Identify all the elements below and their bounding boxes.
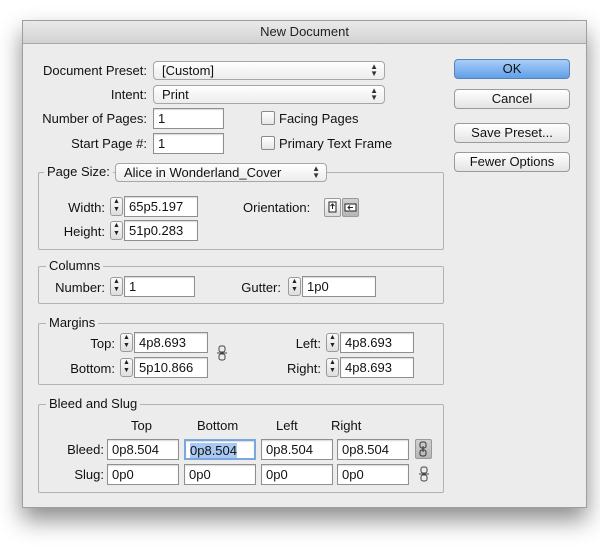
- margin-bottom-stepper[interactable]: ▲ ▼: [120, 358, 133, 377]
- dialog-title: New Document: [23, 21, 586, 44]
- height-stepper[interactable]: ▲ ▼: [110, 221, 123, 240]
- bleed-link-button[interactable]: [415, 439, 432, 459]
- intent-value: Print: [162, 87, 189, 102]
- width-label: Width:: [68, 200, 105, 215]
- bleed-left-value: 0p8.504: [266, 442, 313, 457]
- chain-link-icon[interactable]: [216, 345, 228, 361]
- bleed-label: Bleed:: [67, 442, 104, 457]
- gutter-label: Gutter:: [241, 280, 281, 295]
- slug-left-field[interactable]: 0p0: [261, 464, 333, 485]
- header-bottom: Bottom: [197, 418, 239, 433]
- margin-top-value: 4p8.693: [139, 335, 186, 350]
- slug-left-value: 0p0: [266, 467, 288, 482]
- gutter-field[interactable]: 1p0: [302, 276, 376, 297]
- intent-select[interactable]: Print ▲ ▼: [153, 85, 385, 104]
- portrait-orientation-button[interactable]: [324, 198, 341, 217]
- column-number-label: Number:: [55, 280, 105, 295]
- bleed-right-value: 0p8.504: [342, 442, 389, 457]
- bleed-top-value: 0p8.504: [112, 442, 159, 457]
- column-number-field[interactable]: 1: [124, 276, 195, 297]
- column-number-value: 1: [129, 279, 137, 294]
- gutter-stepper[interactable]: ▲ ▼: [288, 277, 301, 296]
- number-of-pages-field[interactable]: 1: [153, 108, 224, 129]
- margin-top-label: Top:: [90, 336, 115, 351]
- gutter-value: 1p0: [307, 279, 329, 294]
- bleed-slug-title: Bleed and Slug: [46, 396, 141, 411]
- primary-text-frame-label: Primary Text Frame: [279, 136, 393, 151]
- fewer-options-button[interactable]: Fewer Options: [454, 152, 570, 172]
- document-preset-select[interactable]: [Custom] ▲ ▼: [153, 61, 385, 80]
- page-size-label: Page Size:: [44, 164, 113, 179]
- column-number-stepper[interactable]: ▲ ▼: [110, 277, 123, 296]
- margin-right-stepper[interactable]: ▲ ▼: [326, 358, 339, 377]
- primary-text-frame-checkbox[interactable]: [261, 136, 275, 150]
- landscape-orientation-icon: [344, 203, 357, 212]
- page-size-select[interactable]: Alice in Wonderland_Cover ▲ ▼: [115, 163, 327, 182]
- orientation-label: Orientation:: [243, 200, 311, 215]
- updown-arrows-icon: ▲ ▼: [370, 86, 378, 102]
- margin-right-label: Right:: [287, 361, 321, 376]
- facing-pages-checkbox[interactable]: [261, 111, 275, 125]
- facing-pages-label: Facing Pages: [279, 111, 359, 126]
- page-size-value: Alice in Wonderland_Cover: [124, 165, 282, 180]
- slug-bottom-field[interactable]: 0p0: [184, 464, 256, 485]
- height-label: Height:: [63, 224, 105, 239]
- bleed-bottom-field[interactable]: 0p8.504: [184, 439, 256, 460]
- margin-bottom-label: Bottom:: [70, 361, 115, 376]
- landscape-orientation-button[interactable]: [342, 198, 359, 217]
- margin-bottom-value: 5p10.866: [139, 360, 194, 375]
- save-preset-button[interactable]: Save Preset...: [454, 123, 570, 143]
- portrait-orientation-icon: [328, 201, 337, 213]
- slug-right-field[interactable]: 0p0: [337, 464, 409, 485]
- ok-button[interactable]: OK: [454, 59, 570, 79]
- slug-right-value: 0p0: [342, 467, 364, 482]
- margin-top-stepper[interactable]: ▲ ▼: [120, 333, 133, 352]
- bleed-top-field[interactable]: 0p8.504: [107, 439, 179, 460]
- margin-bottom-field[interactable]: 5p10.866: [134, 357, 208, 378]
- bleed-bottom-value: 0p8.504: [190, 443, 237, 458]
- slug-label: Slug:: [74, 467, 104, 482]
- chain-link-icon[interactable]: [418, 466, 430, 482]
- width-value: 65p5.197: [129, 199, 184, 214]
- document-preset-value: [Custom]: [162, 63, 215, 78]
- margins-title: Margins: [46, 315, 99, 330]
- header-right: Right: [331, 418, 362, 433]
- bleed-left-field[interactable]: 0p8.504: [261, 439, 333, 460]
- margin-top-field[interactable]: 4p8.693: [134, 332, 208, 353]
- margin-left-field[interactable]: 4p8.693: [340, 332, 414, 353]
- slug-top-value: 0p0: [112, 467, 134, 482]
- start-page-value: 1: [158, 136, 166, 151]
- slug-bottom-value: 0p0: [189, 467, 211, 482]
- start-page-field[interactable]: 1: [153, 133, 224, 154]
- slug-top-field[interactable]: 0p0: [107, 464, 179, 485]
- updown-arrows-icon: ▲ ▼: [370, 62, 378, 78]
- updown-arrows-icon: ▲ ▼: [312, 164, 320, 180]
- margin-left-value: 4p8.693: [345, 335, 392, 350]
- height-value: 51p0.283: [129, 223, 184, 238]
- number-of-pages-value: 1: [158, 111, 166, 126]
- new-document-dialog: New Document Document Preset: [Custom] ▲…: [22, 20, 587, 508]
- start-page-label: Start Page #:: [71, 136, 147, 151]
- margin-right-value: 4p8.693: [345, 360, 392, 375]
- columns-title: Columns: [46, 258, 104, 273]
- number-of-pages-label: Number of Pages:: [42, 111, 147, 126]
- intent-label: Intent:: [110, 87, 147, 102]
- cancel-button[interactable]: Cancel: [454, 89, 570, 109]
- margin-left-stepper[interactable]: ▲ ▼: [326, 333, 339, 352]
- margin-left-label: Left:: [295, 336, 321, 351]
- bleed-right-field[interactable]: 0p8.504: [337, 439, 409, 460]
- width-field[interactable]: 65p5.197: [124, 196, 198, 217]
- margin-right-field[interactable]: 4p8.693: [340, 357, 414, 378]
- document-preset-label: Document Preset:: [42, 63, 147, 78]
- width-stepper[interactable]: ▲ ▼: [110, 197, 123, 216]
- chain-link-icon: [419, 441, 427, 457]
- header-top: Top: [131, 418, 152, 433]
- header-left: Left: [276, 418, 298, 433]
- height-field[interactable]: 51p0.283: [124, 220, 198, 241]
